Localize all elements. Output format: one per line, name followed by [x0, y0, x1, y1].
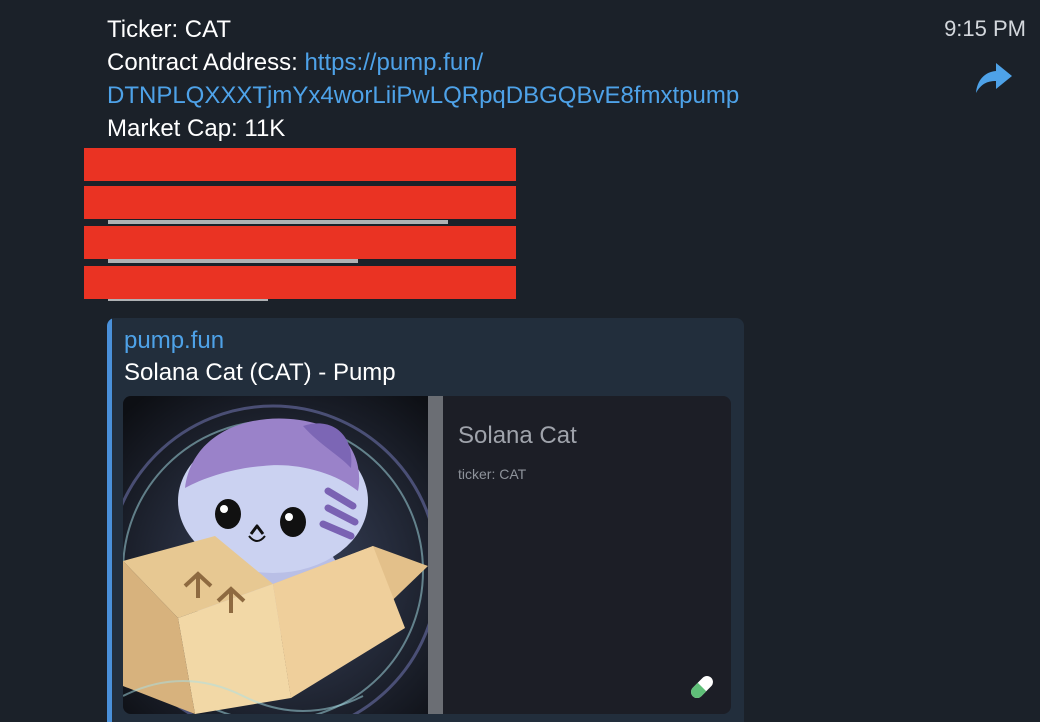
link-preview[interactable]: pump.fun Solana Cat (CAT) - Pump Solana … [107, 318, 744, 722]
redacted-text-fragment [108, 220, 448, 224]
redaction-bar [84, 226, 516, 259]
card-token-name: Solana Cat [458, 422, 577, 449]
chat-message-view: Ticker: CAT Contract Address: https://pu… [0, 0, 1040, 722]
contract-address-line: Contract Address: https://pump.fun/ [107, 46, 907, 79]
redaction-bar [84, 266, 516, 299]
pill-icon [691, 676, 713, 698]
contract-link-part1[interactable]: https://pump.fun/ [304, 49, 483, 76]
cat-in-box-image [123, 396, 443, 714]
redaction-bar [84, 186, 516, 219]
message-time: 9:15 PM [944, 16, 1026, 41]
preview-title: Solana Cat (CAT) - Pump [124, 359, 396, 386]
contract-label: Contract Address: [107, 49, 305, 76]
card-ticker-label: ticker: CAT [458, 466, 527, 482]
redacted-text-fragment [108, 259, 358, 263]
preview-card[interactable]: Solana Cat ticker: CAT [123, 396, 731, 714]
preview-site-name: pump.fun [124, 327, 225, 354]
preview-accent-bar [107, 318, 112, 722]
message-text: Ticker: CAT Contract Address: https://pu… [107, 13, 907, 145]
market-cap-line: Market Cap: 11K [107, 115, 286, 142]
forward-arrow-icon[interactable] [974, 60, 1014, 96]
redaction-bar [84, 148, 516, 181]
ticker-line: Ticker: CAT [107, 16, 231, 43]
contract-link-part2[interactable]: DTNPLQXXXTjmYx4worLiiPwLQRpqDBGQBvE8fmxt… [107, 79, 907, 112]
